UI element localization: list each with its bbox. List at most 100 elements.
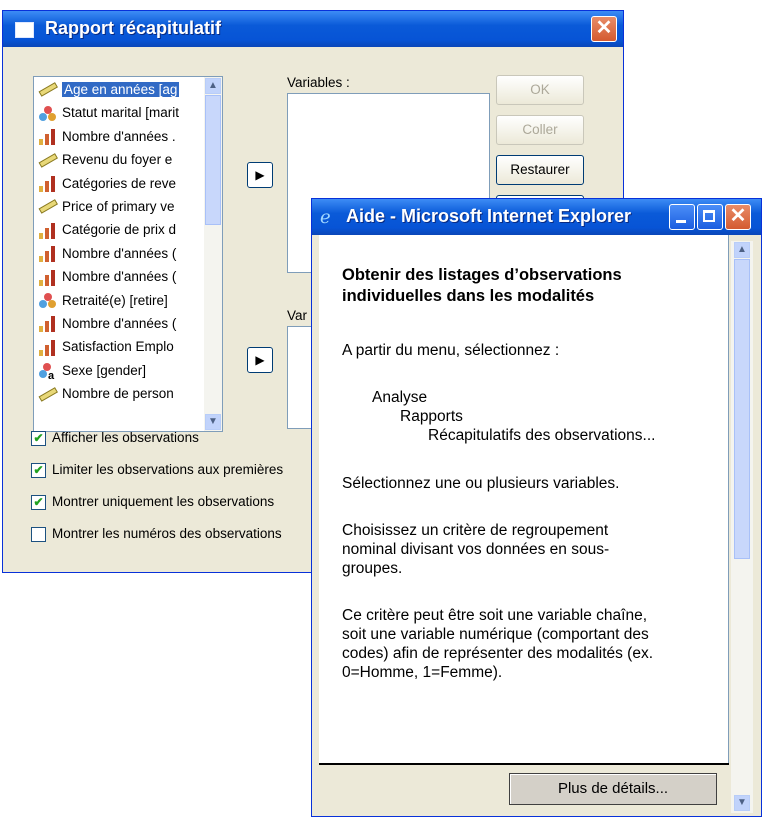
ruler-icon [38,386,60,404]
ruler-icon [38,81,60,99]
variable-list-item[interactable]: Revenu du foyer e [38,149,198,171]
close-icon: ✕ [729,205,747,227]
arrow-right-icon: ▶ [255,168,265,182]
variable-label: Catégories de reve [62,175,177,191]
variable-list-item[interactable]: Age en années [ag [38,79,198,101]
check-icon: ✔ [33,431,44,445]
bar-chart-icon [38,245,60,263]
bar-chart-icon [38,339,60,357]
case-numbers-label: Montrer les numéros des observations [52,526,282,541]
source-variable-list[interactable]: Age en années [ag Statut marital [marit No… [33,76,223,432]
help-paragraph-grouping-2: nominal divisant vos données en sous- [342,541,610,558]
help-content: Obtenir des listages d’observations indi… [319,235,729,763]
variable-label: Nombre d'années . [62,128,176,144]
help-heading-line2: individuelles dans les modalités [342,287,595,305]
dialog-title: Rapport récapitulatif [45,18,222,38]
bar-chart-icon [38,222,60,240]
variable-list-item[interactable]: Nombre d'années ( [38,313,198,335]
scroll-up-icon[interactable]: ▲ [734,242,750,258]
help-scrollbar[interactable]: ▲ ▼ [731,241,753,813]
help-paragraph-criteria-1: Ce critère peut être soit une variable c… [342,607,648,624]
variable-label: Price of primary ve [62,199,175,214]
variable-list-item[interactable]: Catégorie de prix d [38,219,198,241]
help-heading-line1: Obtenir des listages d’observations [342,266,622,284]
nominal-icon [38,105,60,123]
display-cases-checkbox[interactable]: ✔ [31,431,46,446]
variable-label: Nombre de person [62,386,174,402]
internet-explorer-icon: ℯ [320,207,331,227]
help-paragraph-criteria-3: codes) afin de représenter des modalités… [342,645,654,662]
ruler-icon [38,198,60,216]
ruler-icon [38,152,60,170]
limit-cases-label: Limiter les observations aux premières [52,462,284,477]
window-icon [15,22,34,38]
minimize-icon [676,220,686,223]
valid-cases-label: Montrer uniquement les observations [52,494,275,509]
check-icon: ✔ [33,463,44,477]
menu-path-case-summaries: Récapitulatifs des observations... [428,427,656,444]
help-paragraph-criteria-4: 0=Homme, 1=Femme). [342,664,503,681]
variable-list-item[interactable]: Nombre de person [38,383,198,405]
close-icon: ✕ [595,17,613,39]
display-cases-label: Afficher les observations [52,430,199,445]
variable-label: Age en années [ag [62,82,180,97]
scroll-down-icon[interactable]: ▼ [734,795,750,811]
variable-list-item[interactable]: Nombre d'années ( [38,243,198,265]
variable-list-item[interactable]: Retraité(e) [retire] [38,290,198,312]
nominal-icon [38,292,60,310]
arrow-right-icon: ▶ [255,353,265,367]
close-button[interactable]: ✕ [591,16,617,42]
variable-list-item[interactable]: Satisfaction Emplo [38,336,198,358]
case-numbers-checkbox[interactable] [31,527,46,542]
variable-label: Catégorie de prix d [62,222,177,238]
help-footer: Plus de détails... [319,763,729,813]
help-paragraph-variables: Sélectionnez une ou plusieurs variables. [342,475,620,492]
check-icon: ✔ [33,495,44,509]
limit-cases-checkbox[interactable]: ✔ [31,463,46,478]
more-details-button[interactable]: Plus de détails... [509,773,717,805]
variable-label: Revenu du foyer e [62,152,173,168]
variable-list-item[interactable]: Nombre d'années . [38,126,198,148]
maximize-button[interactable] [697,204,723,230]
ok-button[interactable]: OK [496,75,584,105]
grouping-label: Var [287,308,308,323]
variable-list-item[interactable]: a Sexe [gender] [38,360,198,382]
variable-list-item[interactable]: Statut marital [marit [38,102,198,124]
reset-button[interactable]: Restaurer [496,155,584,185]
bar-chart-icon [38,269,60,287]
variable-list-item[interactable]: Nombre d'années ( [38,266,198,288]
help-title: Aide - Microsoft Internet Explorer [346,206,632,226]
scroll-thumb[interactable] [734,259,750,559]
variable-label: Sexe [gender] [62,362,147,378]
svg-text:a: a [48,370,55,380]
string-nominal-icon: a [38,362,60,382]
scroll-thumb[interactable] [205,95,221,225]
menu-path-reports: Rapports [400,408,463,425]
help-close-button[interactable]: ✕ [725,204,751,230]
bar-chart-icon [38,315,60,333]
variable-list-item[interactable]: Catégories de reve [38,173,198,195]
variable-label: Retraité(e) [retire] [62,292,168,308]
bar-chart-icon [38,175,60,193]
variable-label: Statut marital [marit [62,105,180,121]
move-to-variables-button[interactable]: ▶ [247,162,273,188]
list-scrollbar[interactable]: ▲ ▼ [204,77,222,431]
variable-label: Satisfaction Emplo [62,339,174,355]
maximize-icon [703,210,715,222]
move-to-grouping-button[interactable]: ▶ [247,347,273,373]
help-paragraph-grouping-1: Choisissez un critère de regroupement [342,522,609,539]
variable-label: Nombre d'années ( [62,269,177,285]
paste-button[interactable]: Coller [496,115,584,145]
help-titlebar[interactable]: ℯ Aide - Microsoft Internet Explorer ✕ [312,199,761,235]
scroll-up-icon[interactable]: ▲ [205,78,221,94]
bar-chart-icon [38,128,60,146]
variable-list-item[interactable]: Price of primary ve [38,196,198,218]
variables-label: Variables : [287,75,350,90]
dialog-titlebar[interactable]: Rapport récapitulatif ✕ [3,11,623,47]
valid-cases-checkbox[interactable]: ✔ [31,495,46,510]
variable-label: Nombre d'années ( [62,316,177,331]
menu-path-analyse: Analyse [372,389,428,406]
minimize-button[interactable] [669,204,695,230]
help-paragraph-grouping-3: groupes. [342,560,403,577]
scroll-down-icon[interactable]: ▼ [205,414,221,430]
